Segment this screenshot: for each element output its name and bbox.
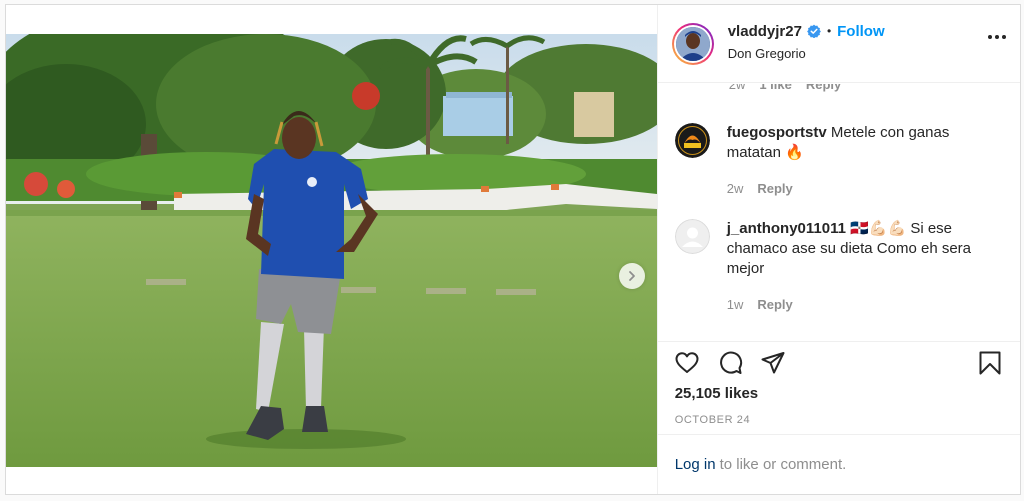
- chevron-right-icon: [629, 271, 635, 281]
- reply-button[interactable]: Reply: [806, 84, 841, 92]
- login-prompt-text: to like or comment.: [719, 456, 847, 473]
- verified-badge-icon: [807, 24, 821, 38]
- login-prompt: Log in to like or comment.: [657, 434, 1020, 494]
- reply-button[interactable]: Reply: [757, 295, 792, 315]
- comment-likes[interactable]: 1 like: [759, 84, 792, 92]
- more-options-icon[interactable]: [988, 35, 1006, 39]
- avatar: [675, 26, 710, 61]
- heart-icon[interactable]: [674, 350, 700, 376]
- commenter-avatar[interactable]: [674, 123, 710, 158]
- follow-button[interactable]: Follow: [837, 23, 885, 40]
- share-icon[interactable]: [760, 350, 786, 376]
- bookmark-icon[interactable]: [977, 350, 1003, 381]
- comment-age[interactable]: 2w: [727, 179, 744, 199]
- story-ring[interactable]: [671, 22, 714, 65]
- post-actions: 25,105 likes OCTOBER 24: [657, 341, 1020, 441]
- comment-username[interactable]: j_anthony011011: [727, 220, 846, 237]
- likes-count[interactable]: 25,105 likes: [675, 385, 758, 402]
- comment-username[interactable]: fuegosportstv: [727, 124, 827, 141]
- post-card: vladdyjr27 • Follow Don Gregorio 2w 1 li…: [5, 4, 1021, 495]
- post-media: [6, 5, 657, 494]
- post-header: vladdyjr27 • Follow Don Gregorio: [657, 5, 1020, 83]
- comment-item: fuegosportstv Metele con ganas matatan 🔥…: [674, 123, 1005, 199]
- comments-list: 2w 1 like Reply fuegosportstv Metele con…: [658, 84, 1020, 339]
- post-location[interactable]: Don Gregorio: [728, 46, 885, 61]
- commenter-avatar[interactable]: [674, 219, 710, 254]
- post-date: OCTOBER 24: [674, 414, 751, 426]
- comment-meta: 2w 1 like Reply: [729, 84, 842, 92]
- reply-button[interactable]: Reply: [757, 179, 792, 199]
- comment-age[interactable]: 1w: [727, 295, 744, 315]
- comment-item: j_anthony011011 🇩🇴💪🏻💪🏻 Si ese chamaco as…: [674, 219, 1005, 315]
- post-photo[interactable]: [6, 34, 657, 467]
- comment-icon[interactable]: [717, 350, 743, 376]
- header-separator: •: [826, 24, 832, 38]
- post-side-panel: vladdyjr27 • Follow Don Gregorio 2w 1 li…: [656, 5, 1020, 494]
- post-username[interactable]: vladdyjr27: [728, 23, 802, 40]
- comment-age: 2w: [728, 84, 746, 92]
- login-link[interactable]: Log in: [675, 456, 716, 473]
- next-slide-button[interactable]: [619, 263, 645, 289]
